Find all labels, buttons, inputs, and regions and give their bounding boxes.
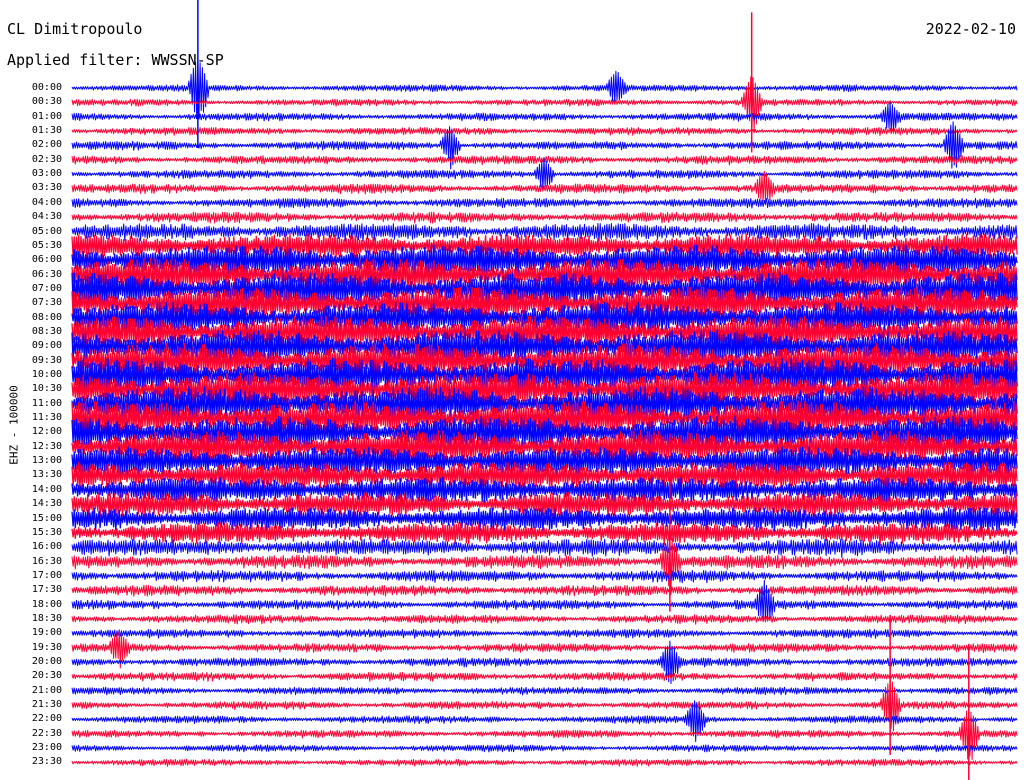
trace-1600: [71, 538, 1018, 558]
trace-2100: [71, 686, 1018, 696]
trace-0130: [71, 126, 1018, 136]
trace-1900: [71, 628, 1018, 639]
trace-1530: [71, 522, 1018, 546]
trace-2330: [71, 758, 1018, 767]
trace-2300: [71, 744, 1018, 753]
trace-1700: [71, 570, 1018, 584]
trace-1830: [71, 614, 1018, 625]
trace-0000: [71, 55, 1018, 120]
seismogram-plot: [71, 0, 1018, 780]
trace-0300: [71, 157, 1018, 191]
trace-0430: [71, 211, 1018, 224]
trace-2230: [71, 706, 1018, 760]
trace-2130: [71, 676, 1018, 732]
trace-1730: [71, 584, 1018, 597]
trace-0400: [71, 197, 1018, 209]
trace-2030: [71, 671, 1018, 682]
trace-1800: [71, 579, 1018, 623]
